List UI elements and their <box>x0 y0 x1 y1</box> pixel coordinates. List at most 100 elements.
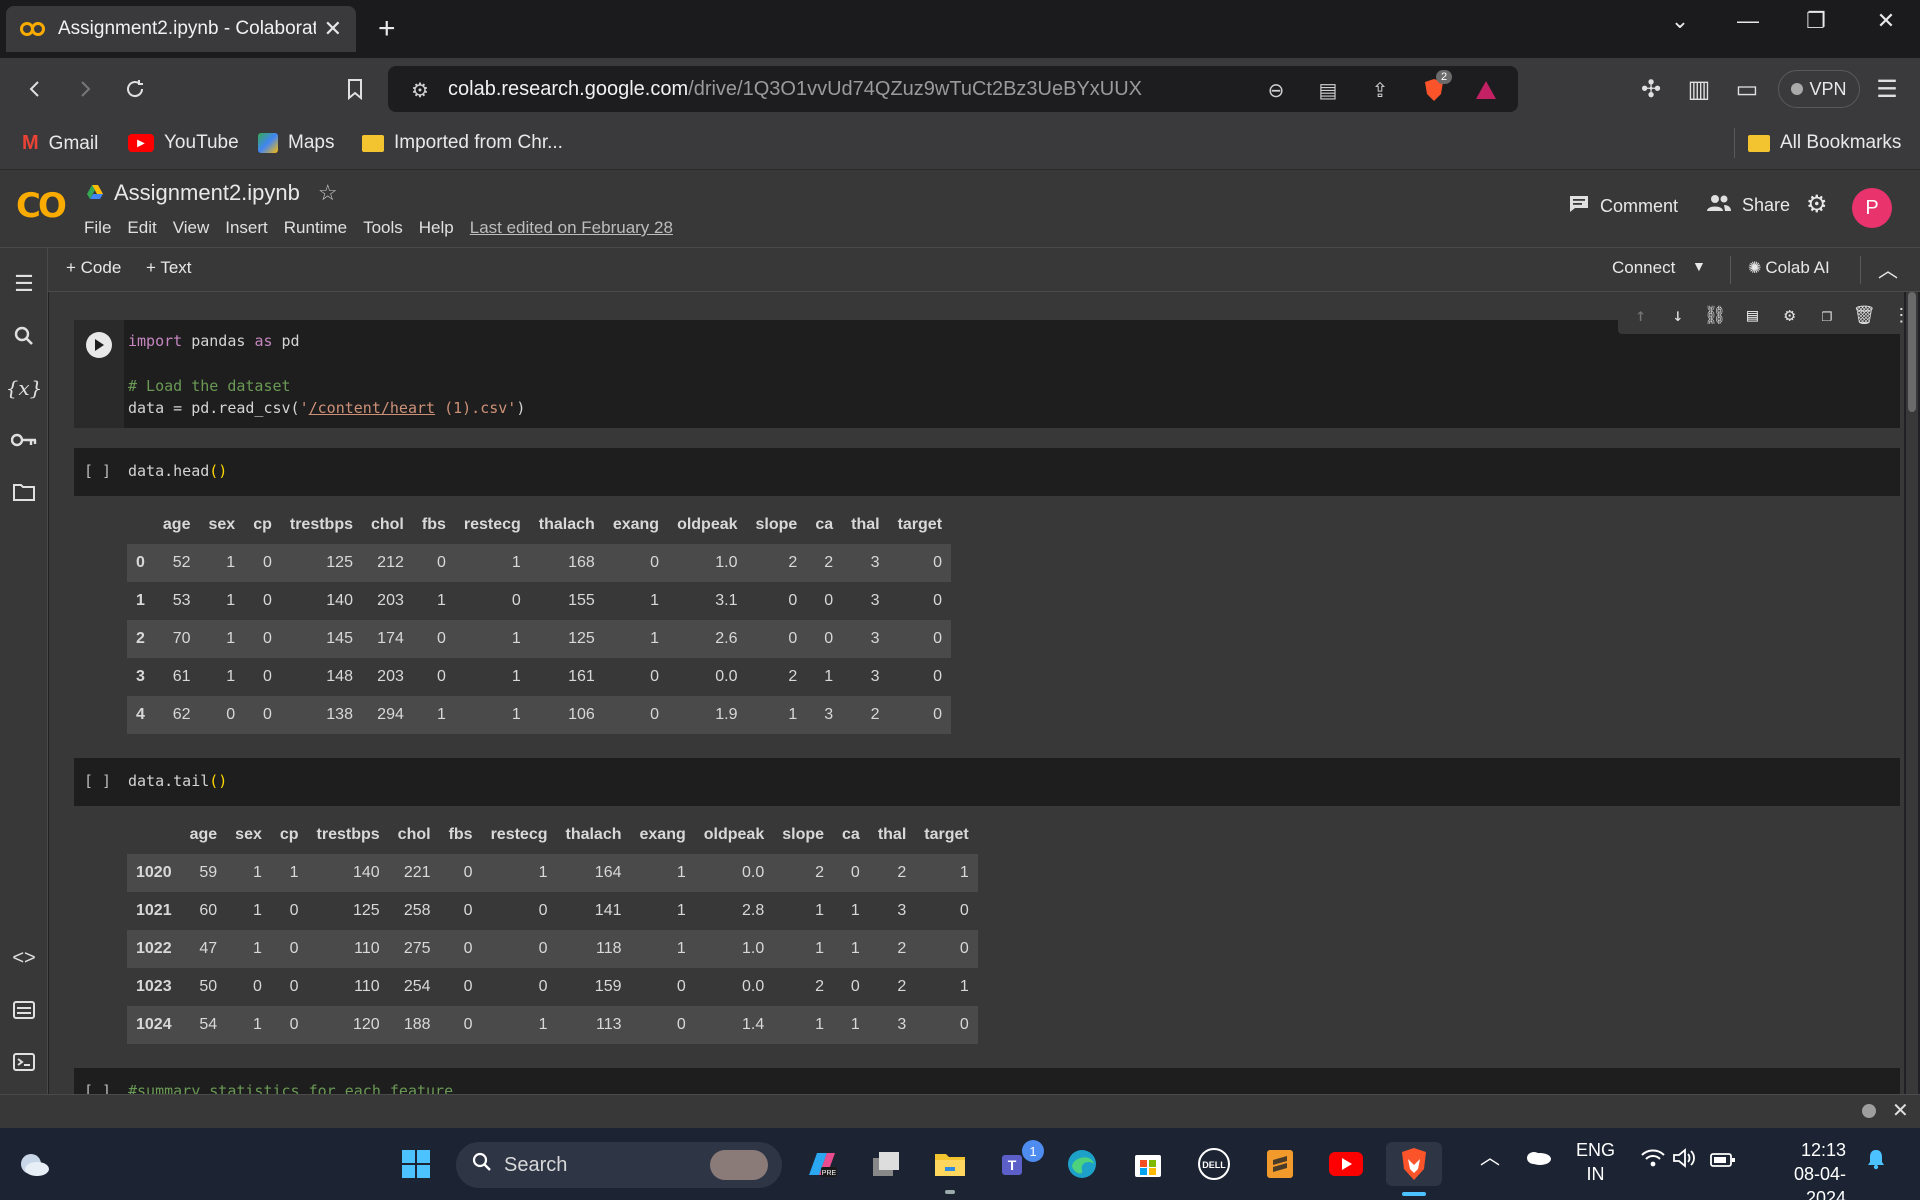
notification-bell-icon[interactable] <box>1866 1148 1886 1176</box>
menu-insert[interactable]: Insert <box>225 218 268 238</box>
code-cell-1[interactable]: import pandas as pd # Load the dataset d… <box>74 296 1904 428</box>
clock[interactable]: 12:13 08-04-2024 <box>1754 1138 1846 1200</box>
browser-tab-active[interactable]: Assignment2.ipynb - Colaboratory ✕ <box>6 6 356 52</box>
connect-dropdown-icon[interactable]: ▼ <box>1692 258 1706 274</box>
cell-settings-gear-icon[interactable]: ⚙ <box>1776 301 1804 329</box>
files-folder-icon[interactable] <box>8 476 40 508</box>
new-tab-icon[interactable]: + <box>378 12 396 46</box>
star-icon[interactable]: ☆ <box>318 180 338 206</box>
site-info-icon[interactable]: ⚙ <box>406 76 434 104</box>
run-cell-button[interactable] <box>86 332 112 358</box>
move-cell-up-icon[interactable]: ↑ <box>1627 301 1655 329</box>
maps-icon <box>258 133 278 153</box>
table-cell: 1 <box>676 864 686 881</box>
add-comment-icon[interactable]: ▤ <box>1738 301 1766 329</box>
reader-mode-icon[interactable]: ▤ <box>1314 76 1342 104</box>
youtube-app-icon[interactable] <box>1324 1142 1368 1186</box>
bookmark-icon[interactable] <box>336 70 374 108</box>
taskbar-search[interactable]: Search <box>456 1142 782 1188</box>
language-indicator[interactable]: ENG IN <box>1576 1138 1615 1186</box>
address-bar[interactable]: ⚙ colab.research.google.com/drive/1Q3O1v… <box>388 66 1518 112</box>
code-cell-4[interactable]: [ ] #summary statistics for each feature <box>74 1068 1900 1094</box>
dell-icon[interactable]: DELL <box>1192 1142 1236 1186</box>
battery-icon[interactable] <box>1710 1150 1736 1174</box>
bookmark-maps[interactable]: Maps <box>258 132 334 154</box>
onedrive-cloud-icon[interactable] <box>1524 1148 1552 1172</box>
back-icon[interactable] <box>16 70 54 108</box>
command-palette-icon[interactable] <box>8 994 40 1026</box>
colab-ai-label: Colab AI <box>1765 258 1830 277</box>
colab-logo[interactable]: CO <box>16 186 67 226</box>
show-hidden-icons-chevron-icon[interactable]: ︿ <box>1480 1146 1500 1170</box>
code-file-link[interactable]: /content/heart <box>309 399 435 417</box>
vpn-button[interactable]: VPN <box>1778 70 1860 108</box>
share-page-icon[interactable]: ⇪ <box>1366 76 1394 104</box>
zoom-out-icon[interactable]: ⊖ <box>1262 76 1290 104</box>
colab-ai-button[interactable]: ✺ Colab AI <box>1748 258 1830 278</box>
brave-browser-icon[interactable] <box>1386 1142 1442 1186</box>
table-cell: 118 <box>595 940 622 957</box>
all-bookmarks[interactable]: All Bookmarks <box>1748 132 1901 154</box>
avatar[interactable]: P <box>1852 188 1892 228</box>
weather-widget-icon[interactable] <box>12 1142 56 1186</box>
wallet-icon[interactable]: ▭ <box>1728 70 1766 108</box>
file-explorer-icon[interactable] <box>928 1142 972 1186</box>
delete-cell-icon[interactable]: 🗑 <box>1850 301 1878 329</box>
collapse-header-icon[interactable]: ︿ <box>1878 254 1898 283</box>
edge-icon[interactable] <box>1060 1142 1104 1186</box>
wifi-icon[interactable] <box>1640 1148 1666 1174</box>
menu-file[interactable]: File <box>84 218 111 238</box>
extensions-icon[interactable]: ✣ <box>1632 70 1670 108</box>
notebook-title[interactable]: Assignment2.ipynb <box>114 180 300 206</box>
notebook-scrollbar-thumb[interactable] <box>1908 292 1916 412</box>
sidebar-toggle-icon[interactable]: ▥ <box>1680 70 1718 108</box>
code-cell-3[interactable]: [ ] data.tail() <box>74 758 1900 806</box>
runtime-status-icon[interactable] <box>1862 1104 1876 1118</box>
bookmark-gmail[interactable]: M Gmail <box>22 132 98 155</box>
secrets-key-icon[interactable] <box>8 424 40 456</box>
task-view-icon[interactable] <box>864 1142 908 1186</box>
settings-gear-icon[interactable]: ⚙ <box>1806 190 1828 219</box>
tab-close-icon[interactable]: ✕ <box>324 16 342 42</box>
bookmark-youtube[interactable]: ▶ YouTube <box>128 132 239 154</box>
menu-view[interactable]: View <box>173 218 210 238</box>
table-of-contents-icon[interactable]: ☰ <box>8 268 40 300</box>
volume-icon[interactable] <box>1672 1148 1696 1174</box>
table-cell: 1 <box>511 706 521 723</box>
windows-start-icon[interactable] <box>394 1142 438 1186</box>
variables-icon[interactable]: {x} <box>6 372 43 404</box>
copilot-icon[interactable]: PRE <box>800 1142 844 1186</box>
minimize-icon[interactable]: — <box>1728 8 1768 34</box>
add-text-button[interactable]: + Text <box>146 258 192 278</box>
tab-search-chevron-icon[interactable]: ⌄ <box>1660 8 1700 34</box>
brave-rewards-icon[interactable] <box>1472 76 1500 104</box>
window-close-icon[interactable]: ✕ <box>1866 8 1906 34</box>
add-code-button[interactable]: + Code <box>66 258 121 278</box>
comment-button[interactable]: Comment <box>1568 194 1678 219</box>
link-to-cell-icon[interactable]: ⛓ <box>1701 301 1729 329</box>
microsoft-store-icon[interactable] <box>1126 1142 1170 1186</box>
menu-tools[interactable]: Tools <box>363 218 403 238</box>
sublime-text-icon[interactable] <box>1258 1142 1302 1186</box>
mirror-cell-icon[interactable]: ❐ <box>1813 301 1841 329</box>
code-snippets-icon[interactable]: <> <box>8 942 40 974</box>
reload-icon[interactable] <box>116 70 154 108</box>
move-cell-down-icon[interactable]: ↓ <box>1664 301 1692 329</box>
terminal-icon[interactable] <box>8 1046 40 1078</box>
restore-icon[interactable]: ❐ <box>1796 8 1836 34</box>
connect-button[interactable]: Connect <box>1612 258 1675 278</box>
share-button[interactable]: Share <box>1706 194 1790 217</box>
menu-help[interactable]: Help <box>419 218 454 238</box>
bookmark-imported-folder[interactable]: Imported from Chr... <box>362 132 563 154</box>
browser-menu-icon[interactable]: ☰ <box>1868 70 1906 108</box>
toolbar-divider <box>1730 256 1731 284</box>
status-close-icon[interactable]: ✕ <box>1892 1098 1909 1123</box>
last-edited-link[interactable]: Last edited on February 28 <box>470 218 673 238</box>
forward-icon[interactable] <box>66 70 104 108</box>
menu-edit[interactable]: Edit <box>127 218 156 238</box>
search-icon[interactable] <box>8 320 40 352</box>
more-options-icon[interactable]: ⋮ <box>1887 301 1904 329</box>
notebook-scrollbar[interactable] <box>1906 292 1918 1094</box>
menu-runtime[interactable]: Runtime <box>284 218 347 238</box>
code-cell-2[interactable]: [ ] data.head() <box>74 448 1900 496</box>
